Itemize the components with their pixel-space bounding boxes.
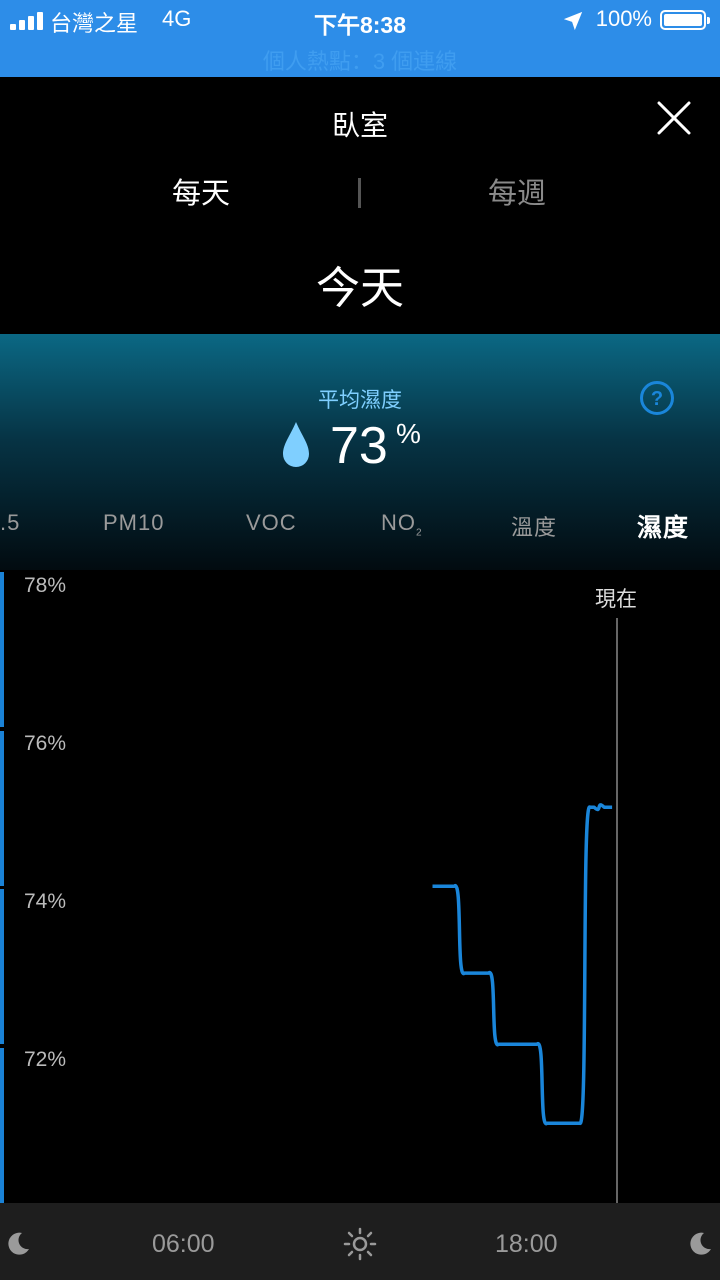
humidity-series-line xyxy=(432,803,613,1125)
moon-icon xyxy=(8,1232,29,1255)
time-label-1800: 18:00 xyxy=(495,1230,558,1258)
humidity-line-chart xyxy=(432,803,613,1125)
time-label-0600: 06:00 xyxy=(152,1230,215,1258)
moon-icon xyxy=(690,1232,711,1255)
sun-icon xyxy=(343,1227,377,1261)
